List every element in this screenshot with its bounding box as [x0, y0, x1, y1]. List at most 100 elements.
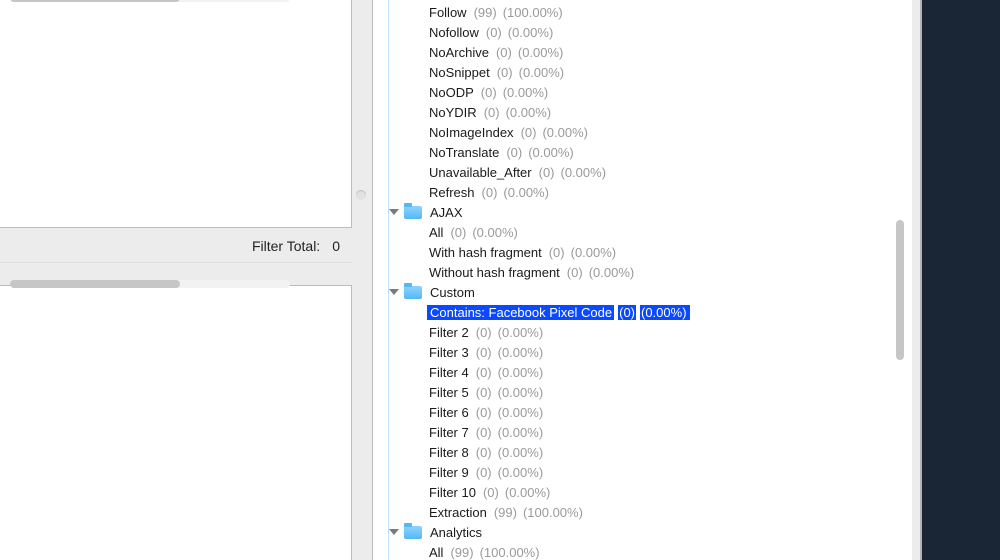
- tree-item[interactable]: All(0)(0.00%): [373, 222, 893, 242]
- filter-total-label: Filter Total:: [252, 238, 320, 254]
- tree-item-label: NoODP: [427, 85, 476, 100]
- tree-group[interactable]: Custom: [373, 282, 893, 302]
- tree-item[interactable]: Contains: Facebook Pixel Code (0) (0.00%): [373, 302, 893, 322]
- tree-item[interactable]: Extraction (99) (100.00%): [373, 502, 893, 522]
- tree-item-label: NoTranslate: [427, 145, 501, 160]
- tree-item-label: Nofollow: [427, 25, 481, 40]
- tree-item-label: NoSnippet: [427, 65, 492, 80]
- filter-total-row: Filter Total: 0: [0, 229, 352, 263]
- tree-item-label: Filter 8: [427, 445, 471, 460]
- tree-item-count: (0): [475, 385, 493, 400]
- filter-total-value: 0: [332, 238, 340, 254]
- tree-item-percent: (0.00%): [497, 385, 545, 400]
- folder-icon: [404, 206, 422, 219]
- tree-item-count: (0): [483, 105, 501, 120]
- tree-item-label: Refresh: [427, 185, 477, 200]
- tree-item[interactable]: NoODP(0)(0.00%): [373, 82, 893, 102]
- tree-item[interactable]: NoSnippet(0)(0.00%): [373, 62, 893, 82]
- tree-item-label: NoArchive: [427, 45, 491, 60]
- tree-item-label: Filter 10: [427, 485, 478, 500]
- tree-item-label: NoImageIndex: [427, 125, 516, 140]
- split-handle[interactable]: [352, 0, 372, 560]
- folder-icon: [404, 526, 422, 539]
- scrollbar-thumb[interactable]: [10, 280, 180, 288]
- tree-item-label: All: [427, 545, 445, 560]
- tree-item-percent: (0.00%): [497, 445, 545, 460]
- tree-item-count: (0): [520, 125, 538, 140]
- left-bottom-hscrollbar[interactable]: [10, 280, 290, 288]
- tree-item-percent: (0.00%): [527, 145, 575, 160]
- tree-item-count: (0): [548, 245, 566, 260]
- tree-item-label: Filter 2: [427, 325, 471, 340]
- right-vscrollbar[interactable]: [896, 40, 904, 460]
- tree-item[interactable]: Follow(99)(100.00%): [373, 2, 893, 22]
- tree-item[interactable]: NoImageIndex (0)(0.00%): [373, 122, 893, 142]
- folder-icon: [404, 286, 422, 299]
- tree-item-label: Contains: Facebook Pixel Code: [427, 305, 614, 320]
- tree-item[interactable]: Filter 3(0)(0.00%): [373, 342, 893, 362]
- tree-group[interactable]: AJAX: [373, 202, 893, 222]
- tree-item-percent: (0.00%): [497, 425, 545, 440]
- tree-item-percent: (0.00%): [507, 25, 555, 40]
- tree-item-count: (99): [493, 505, 518, 520]
- tree-item-label: With hash fragment: [427, 245, 544, 260]
- tree-item[interactable]: Filter 5 (0) (0.00%): [373, 382, 893, 402]
- tree-item-percent: (100.00%): [522, 505, 584, 520]
- tree-item[interactable]: All(99)(100.00%): [373, 542, 893, 560]
- tree-item[interactable]: Refresh(0)(0.00%): [373, 182, 893, 202]
- tree-item-count: (0): [475, 365, 493, 380]
- tree-item-percent: (0.00%): [497, 405, 545, 420]
- tree-item-label: Filter 4: [427, 365, 471, 380]
- tree-item[interactable]: Filter 8 (0) (0.00%): [373, 442, 893, 462]
- tree-item[interactable]: Filter 10(0)(0.00%): [373, 482, 893, 502]
- tree-item[interactable]: NoTranslate(0)(0.00%): [373, 142, 893, 162]
- left-bottom-pane[interactable]: [0, 285, 352, 560]
- tree-item-percent: (0.00%): [504, 485, 552, 500]
- disclosure-triangle-icon[interactable]: [389, 209, 399, 215]
- tree-item-count: (0): [475, 345, 493, 360]
- tree-item-label: Filter 6: [427, 405, 471, 420]
- tree-item-label: AJAX: [428, 205, 465, 220]
- tree-item[interactable]: Filter 6 (0) (0.00%): [373, 402, 893, 422]
- tree-item[interactable]: Nofollow(0)(0.00%): [373, 22, 893, 42]
- tree-item-count: (0): [480, 85, 498, 100]
- tree-item-percent: (0.00%): [640, 305, 690, 320]
- tree-item[interactable]: NoYDIR(0)(0.00%): [373, 102, 893, 122]
- tree-item-count: (0): [475, 445, 493, 460]
- tree-item-count: (0): [481, 185, 499, 200]
- tree-item[interactable]: With hash fragment(0)(0.00%): [373, 242, 893, 262]
- tree-item-count: (0): [495, 45, 513, 60]
- tree-item[interactable]: Unavailable_After(0)(0.00%): [373, 162, 893, 182]
- tree-item-percent: (0.00%): [560, 165, 608, 180]
- disclosure-triangle-icon[interactable]: [389, 289, 399, 295]
- tree-item[interactable]: NoArchive (0) (0.00%): [373, 42, 893, 62]
- tree-item-count: (99): [473, 5, 498, 20]
- tree-item[interactable]: Filter 2(0)(0.00%): [373, 322, 893, 342]
- tree-group[interactable]: Analytics: [373, 522, 893, 542]
- disclosure-triangle-icon[interactable]: [389, 529, 399, 535]
- left-top-hscrollbar[interactable]: [10, 0, 290, 2]
- scrollbar-thumb[interactable]: [896, 220, 904, 360]
- tree[interactable]: Follow(99)(100.00%)Nofollow(0)(0.00%)NoA…: [373, 0, 893, 560]
- tree-item-percent: (100.00%): [479, 545, 541, 560]
- scrollbar-thumb[interactable]: [10, 0, 180, 2]
- split-handle-grip: [356, 190, 366, 200]
- tree-item-count: (0): [538, 165, 556, 180]
- app-window: Filter Total: 0 Follow (99) (100.00%) Nofol…: [0, 0, 922, 560]
- tree-item[interactable]: Filter 9(0)(0.00%): [373, 462, 893, 482]
- tree-item[interactable]: Filter 4(0)(0.00%): [373, 362, 893, 382]
- tree-item-percent: (0.00%): [517, 45, 565, 60]
- tree-item[interactable]: Without hash fragment(0)(0.00%): [373, 262, 893, 282]
- tree-item-label: Custom: [428, 285, 477, 300]
- tree-item-count: (0): [618, 305, 636, 320]
- tree-item-label: Extraction: [427, 505, 489, 520]
- tree-item-label: Follow: [427, 5, 469, 20]
- tree-item-count: (0): [475, 405, 493, 420]
- tree-item-label: Filter 9: [427, 465, 471, 480]
- tree-item[interactable]: Filter 7(0)(0.00%): [373, 422, 893, 442]
- tree-item-label: Filter 5: [427, 385, 471, 400]
- tree-item-percent: (0.00%): [497, 465, 545, 480]
- left-top-pane[interactable]: [0, 0, 352, 228]
- right-tree-panel: Follow(99)(100.00%)Nofollow(0)(0.00%)NoA…: [372, 0, 912, 560]
- tree-item-percent: (0.00%): [541, 125, 589, 140]
